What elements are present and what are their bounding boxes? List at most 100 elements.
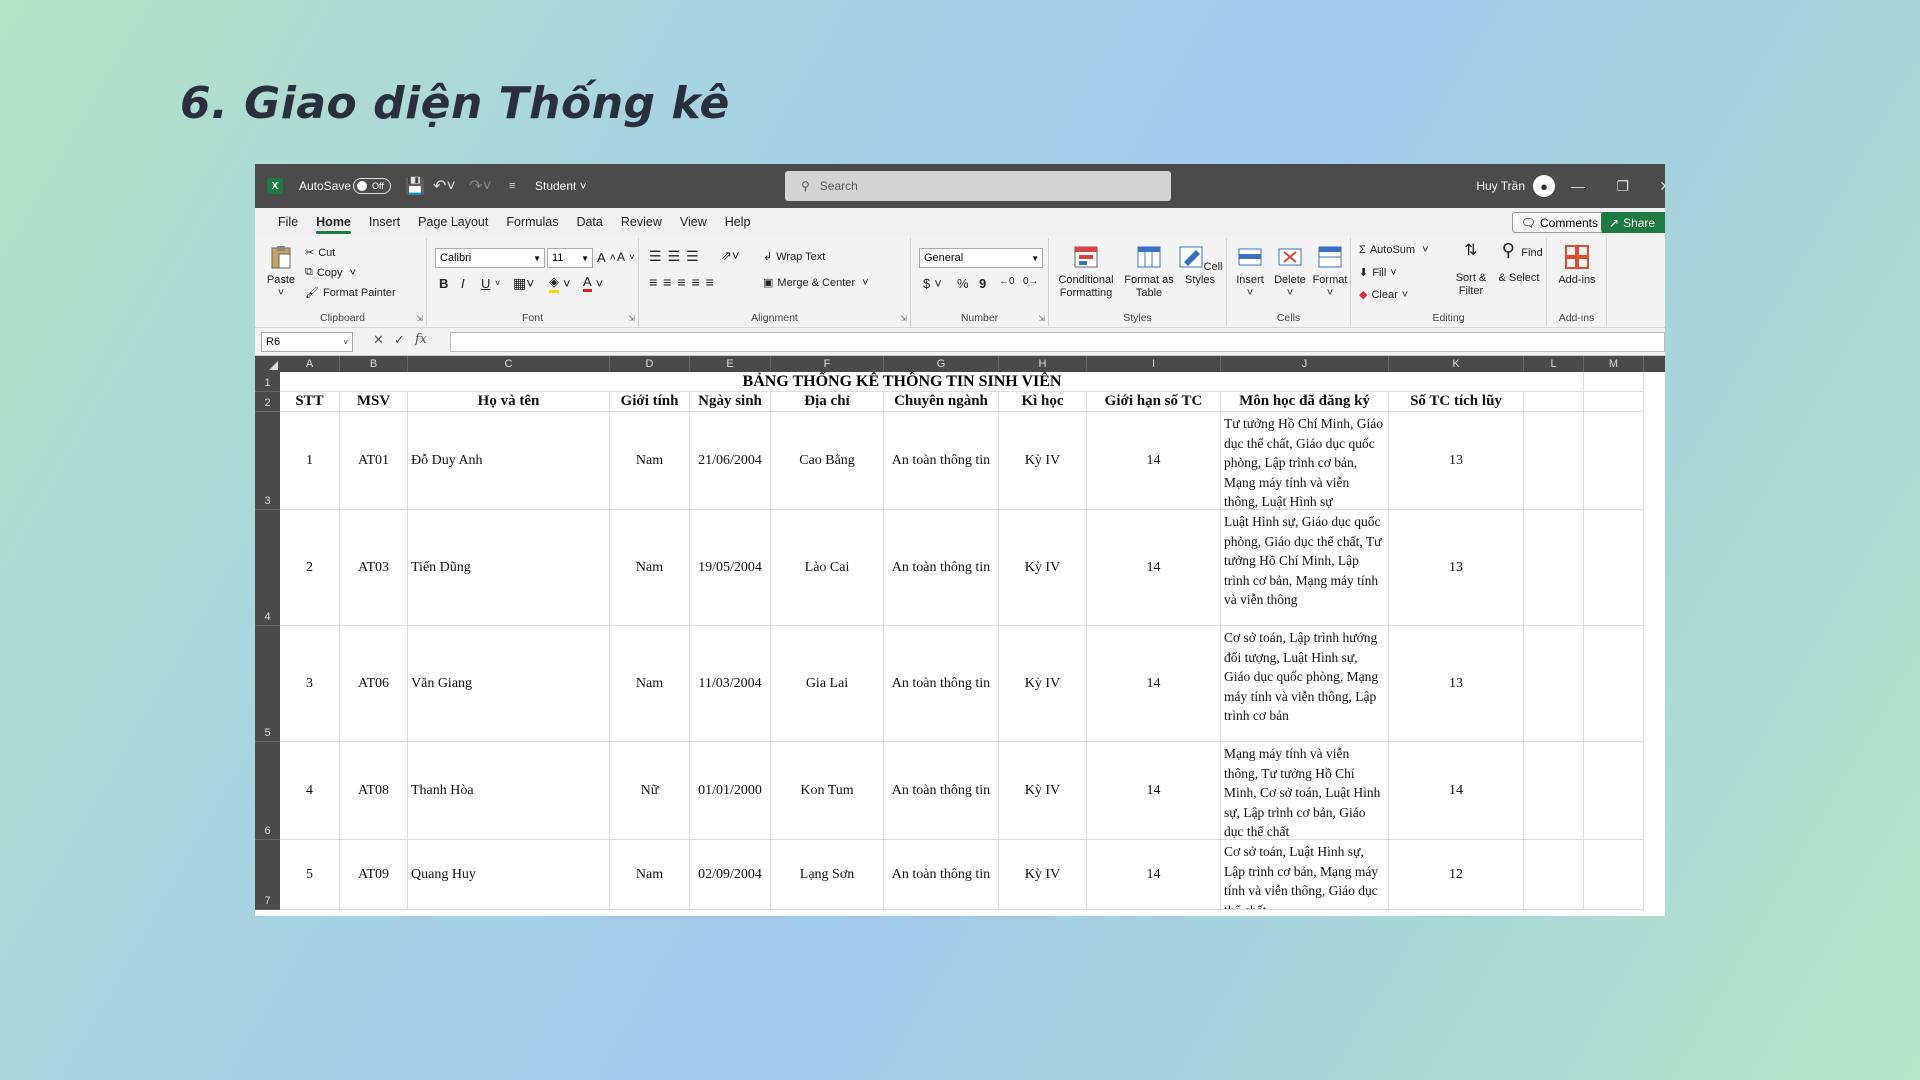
table-cell[interactable]: Nam	[610, 510, 690, 626]
save-icon[interactable]: 💾	[405, 164, 425, 208]
table-cell[interactable]: 14	[1389, 742, 1524, 840]
empty-cell[interactable]	[1584, 372, 1644, 392]
row-header-1[interactable]: 1	[255, 372, 280, 392]
table-cell[interactable]: Kỳ IV	[999, 840, 1087, 910]
menu-page-layout[interactable]: Page Layout	[409, 208, 497, 236]
column-header-f[interactable]: F	[771, 356, 884, 372]
menu-data[interactable]: Data	[567, 208, 611, 236]
user-account[interactable]: Huy Trần ●	[1476, 164, 1555, 208]
table-cell[interactable]: 01/01/2000	[690, 742, 771, 840]
column-header-d[interactable]: D	[610, 356, 690, 372]
column-header-i[interactable]: I	[1087, 356, 1221, 372]
fx-icon[interactable]: fx	[415, 332, 427, 348]
table-cell[interactable]: 4	[280, 742, 340, 840]
conditional-formatting-button[interactable]: Conditional Formatting	[1053, 244, 1119, 300]
table-cell[interactable]: 13	[1389, 510, 1524, 626]
empty-cell[interactable]	[1584, 412, 1644, 510]
table-cell[interactable]: An toàn thông tin	[884, 840, 999, 910]
column-title[interactable]: Giới hạn số TC	[1087, 392, 1221, 412]
sort-filter-button[interactable]: ⇅ Sort & Filter	[1449, 243, 1493, 298]
table-cell[interactable]: Văn Giang	[408, 626, 610, 742]
italic-button[interactable]: I	[461, 276, 465, 291]
comma-button[interactable]: 9	[979, 276, 986, 291]
column-title[interactable]: Số TC tích lũy	[1389, 392, 1524, 412]
table-cell[interactable]: Kỳ IV	[999, 742, 1087, 840]
decrease-decimal-icon[interactable]: 0→	[1023, 276, 1039, 287]
column-header-g[interactable]: G	[884, 356, 999, 372]
comments-button[interactable]: 🗨 Comments	[1511, 212, 1607, 233]
menu-home[interactable]: Home	[307, 208, 360, 236]
number-launcher-icon[interactable]: ⇲	[1038, 314, 1045, 323]
autosum-button[interactable]: Σ AutoSum ˅	[1359, 244, 1429, 256]
addins-button[interactable]: Add-ins	[1553, 244, 1601, 287]
column-title[interactable]: Địa chỉ	[771, 392, 884, 412]
table-cell[interactable]: Kỳ IV	[999, 626, 1087, 742]
column-header-e[interactable]: E	[690, 356, 771, 372]
table-cell[interactable]: Cơ sở toán, Lập trình hướng đối tượng, L…	[1221, 626, 1389, 742]
column-title[interactable]: Ngày sinh	[690, 392, 771, 412]
column-header-c[interactable]: C	[408, 356, 610, 372]
table-cell[interactable]: 14	[1087, 840, 1221, 910]
format-cells-button[interactable]: Format ˅	[1311, 244, 1349, 300]
table-cell[interactable]: 13	[1389, 412, 1524, 510]
grow-font-icon[interactable]: A ˄	[597, 250, 616, 265]
table-cell[interactable]: Thanh Hòa	[408, 742, 610, 840]
table-cell[interactable]: An toàn thông tin	[884, 510, 999, 626]
number-format-combo[interactable]: General ▼	[919, 248, 1043, 268]
menu-file[interactable]: File	[269, 208, 307, 236]
column-header-h[interactable]: H	[999, 356, 1087, 372]
table-cell[interactable]: Mạng máy tính và viễn thông, Tư tưởng Hồ…	[1221, 742, 1389, 840]
table-cell[interactable]: AT01	[340, 412, 408, 510]
table-cell[interactable]: AT06	[340, 626, 408, 742]
orientation-icon[interactable]: ⇗˅	[721, 248, 739, 264]
table-cell[interactable]: Gia Lai	[771, 626, 884, 742]
table-cell[interactable]: 12	[1389, 840, 1524, 910]
table-cell[interactable]: 1	[280, 412, 340, 510]
empty-cell[interactable]	[1524, 412, 1584, 510]
alignment-launcher-icon[interactable]: ⇲	[900, 314, 907, 323]
enter-icon[interactable]: ✓	[394, 332, 405, 348]
table-cell[interactable]: Nam	[610, 626, 690, 742]
redo-icon[interactable]: ↷˅	[469, 164, 492, 208]
currency-button[interactable]: $ ˅	[923, 276, 942, 291]
empty-cell[interactable]	[1524, 626, 1584, 742]
table-cell[interactable]: Cao Bằng	[771, 412, 884, 510]
formula-input[interactable]	[450, 332, 1665, 352]
clear-button[interactable]: ◆ Clear ˅	[1359, 288, 1408, 302]
table-cell[interactable]: An toàn thông tin	[884, 412, 999, 510]
table-cell[interactable]: Kon Tum	[771, 742, 884, 840]
format-painter-button[interactable]: 🖌 Format Painter	[305, 286, 396, 300]
table-cell[interactable]: Nữ	[610, 742, 690, 840]
font-launcher-icon[interactable]: ⇲	[628, 314, 635, 323]
fill-button[interactable]: ⬇ Fill ˅	[1359, 266, 1397, 280]
empty-cell[interactable]	[1584, 626, 1644, 742]
shrink-font-icon[interactable]: A ˅	[617, 250, 635, 264]
increase-decimal-icon[interactable]: ←0	[999, 276, 1015, 287]
row-header-6[interactable]: 6	[255, 742, 280, 840]
table-cell[interactable]: Nam	[610, 840, 690, 910]
empty-cell[interactable]	[1584, 840, 1644, 910]
table-cell[interactable]: Kỳ IV	[999, 510, 1087, 626]
menu-view[interactable]: View	[671, 208, 716, 236]
menu-review[interactable]: Review	[612, 208, 671, 236]
column-header-l[interactable]: L	[1524, 356, 1584, 372]
table-cell[interactable]: Kỳ IV	[999, 412, 1087, 510]
table-cell[interactable]: 2	[280, 510, 340, 626]
empty-cell[interactable]	[1584, 510, 1644, 626]
table-cell[interactable]: Đỗ Duy Anh	[408, 412, 610, 510]
table-cell[interactable]: Cơ sở toán, Luật Hình sự, Lập trình cơ b…	[1221, 840, 1389, 910]
copy-button[interactable]: ⧉ Copy ˅	[305, 266, 356, 279]
table-cell[interactable]: An toàn thông tin	[884, 626, 999, 742]
column-title[interactable]: Chuyên ngành	[884, 392, 999, 412]
column-header-j[interactable]: J	[1221, 356, 1389, 372]
table-cell[interactable]: 5	[280, 840, 340, 910]
table-cell[interactable]: 19/05/2004	[690, 510, 771, 626]
table-cell[interactable]: Lào Cai	[771, 510, 884, 626]
table-cell[interactable]: AT08	[340, 742, 408, 840]
table-cell[interactable]: Tiến Dũng	[408, 510, 610, 626]
menu-formulas[interactable]: Formulas	[497, 208, 567, 236]
minimize-icon[interactable]: —	[1571, 164, 1585, 208]
delete-cells-button[interactable]: Delete ˅	[1271, 244, 1309, 300]
bold-button[interactable]: B	[439, 276, 448, 291]
select-all-corner[interactable]	[255, 356, 280, 372]
